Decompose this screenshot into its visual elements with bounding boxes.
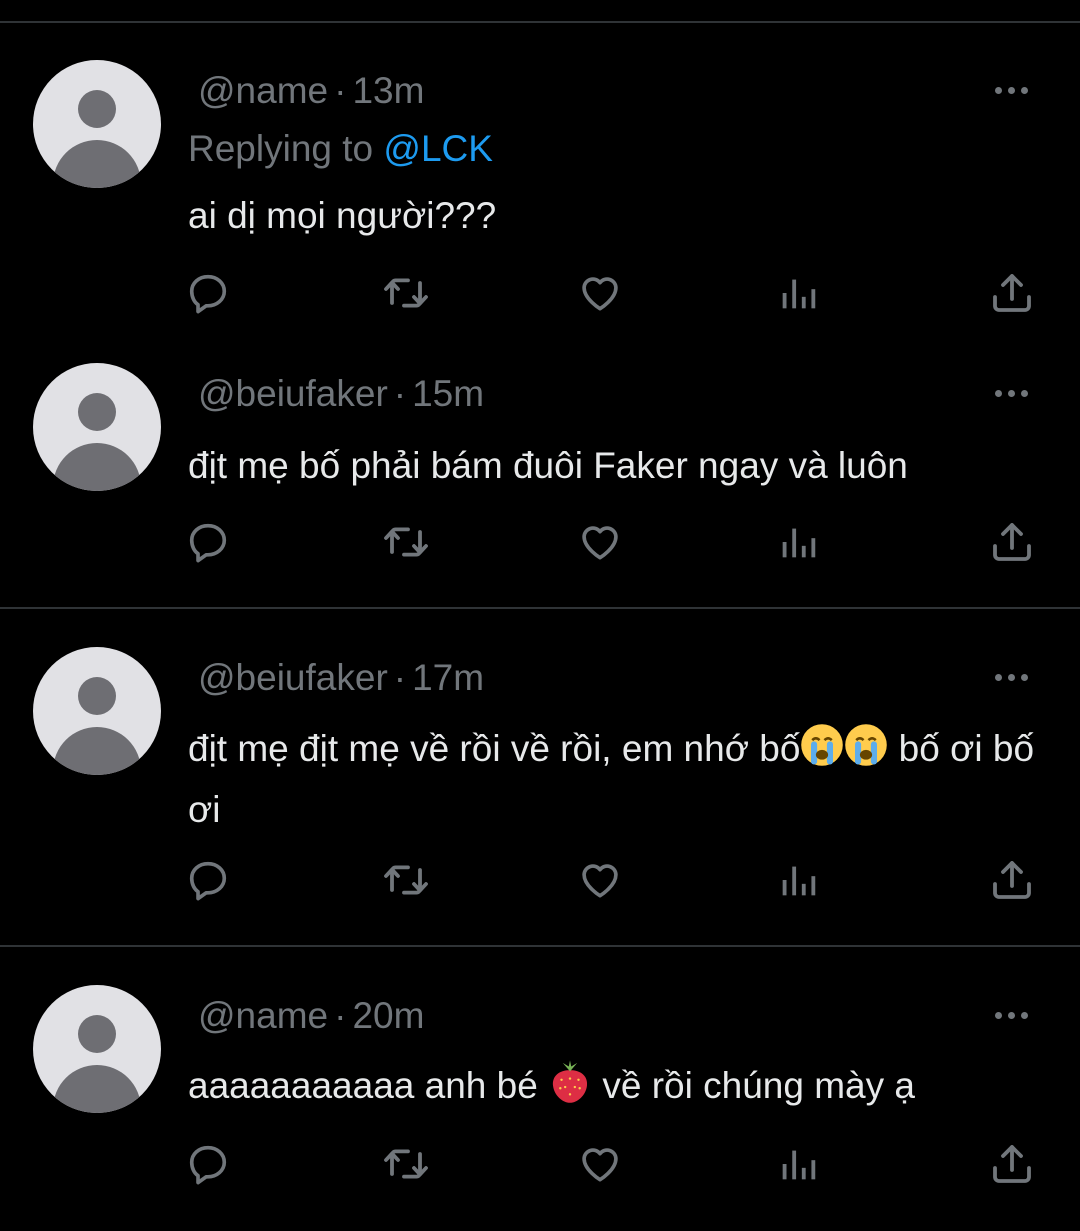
loudly-crying-face-emoji-icon xyxy=(800,723,844,782)
heart-icon[interactable] xyxy=(570,263,630,323)
strawberry-emoji-icon xyxy=(548,1058,592,1119)
replying-handle-link[interactable]: @LCK xyxy=(383,128,493,169)
heart-icon[interactable] xyxy=(570,512,630,572)
views-icon[interactable] xyxy=(768,263,828,323)
timestamp[interactable]: 15m xyxy=(412,373,484,414)
retweet-icon[interactable] xyxy=(376,512,436,572)
user-handle[interactable]: @name xyxy=(198,995,328,1036)
user-handle[interactable]: @name xyxy=(198,70,328,111)
action-bar xyxy=(0,512,1080,572)
more-icon[interactable] xyxy=(995,1009,1039,1021)
separator: · xyxy=(334,995,347,1036)
tweet-text: địt mẹ địt mẹ về rồi về rồi, em nhớ bố b… xyxy=(188,721,1048,837)
share-icon[interactable] xyxy=(982,850,1042,910)
timestamp[interactable]: 13m xyxy=(352,70,424,111)
share-icon[interactable] xyxy=(982,512,1042,572)
separator: · xyxy=(393,657,407,698)
reply-icon[interactable] xyxy=(178,512,238,572)
default-avatar-icon[interactable] xyxy=(33,60,161,188)
action-bar xyxy=(0,1134,1080,1194)
separator: · xyxy=(334,70,347,111)
tweet-text: aaaaaaaaaaa anh bé về rồi chúng mày ạ xyxy=(188,1058,1048,1119)
loudly-crying-face-emoji-icon xyxy=(844,723,888,782)
views-icon[interactable] xyxy=(768,1134,828,1194)
tweet-text-part-1: địt mẹ địt mẹ về rồi về rồi, em nhớ bố xyxy=(188,728,801,769)
top-divider xyxy=(0,21,1080,23)
retweet-icon[interactable] xyxy=(376,850,436,910)
default-avatar-icon[interactable] xyxy=(33,985,161,1113)
tweet-meta: @name · 20m xyxy=(198,995,424,1037)
action-bar xyxy=(0,850,1080,910)
retweet-icon[interactable] xyxy=(376,263,436,323)
tweet-text: địt mẹ bố phải bám đuôi Faker ngay và lu… xyxy=(188,445,908,486)
tweet-meta: @name · 13m xyxy=(198,70,424,112)
heart-icon[interactable] xyxy=(570,1134,630,1194)
tweet-meta: @beiufaker · 17m xyxy=(198,657,484,699)
more-icon[interactable] xyxy=(995,671,1039,683)
heart-icon[interactable] xyxy=(570,850,630,910)
timestamp[interactable]: 20m xyxy=(352,995,424,1036)
more-icon[interactable] xyxy=(995,387,1039,399)
action-bar xyxy=(0,263,1080,323)
reply-icon[interactable] xyxy=(178,263,238,323)
separator: · xyxy=(393,373,407,414)
timestamp[interactable]: 17m xyxy=(412,657,484,698)
user-handle[interactable]: @beiufaker xyxy=(198,657,388,698)
replying-to: Replying to @LCK xyxy=(188,128,493,170)
retweet-icon[interactable] xyxy=(376,1134,436,1194)
tweet-text: ai dị mọi người??? xyxy=(188,195,497,236)
share-icon[interactable] xyxy=(982,263,1042,323)
reply-icon[interactable] xyxy=(178,1134,238,1194)
more-icon[interactable] xyxy=(995,84,1039,96)
share-icon[interactable] xyxy=(982,1134,1042,1194)
views-icon[interactable] xyxy=(768,850,828,910)
views-icon[interactable] xyxy=(768,512,828,572)
reply-icon[interactable] xyxy=(178,850,238,910)
default-avatar-icon[interactable] xyxy=(33,363,161,491)
tweet-divider xyxy=(0,607,1080,609)
default-avatar-icon[interactable] xyxy=(33,647,161,775)
tweet-meta: @beiufaker · 15m xyxy=(198,373,484,415)
tweet-divider xyxy=(0,945,1080,947)
tweet-text-part-1: aaaaaaaaaaa anh bé xyxy=(188,1065,549,1106)
tweet-text-part-2: về rồi chúng mày ạ xyxy=(592,1065,915,1106)
replying-label: Replying to xyxy=(188,128,374,169)
user-handle[interactable]: @beiufaker xyxy=(198,373,388,414)
